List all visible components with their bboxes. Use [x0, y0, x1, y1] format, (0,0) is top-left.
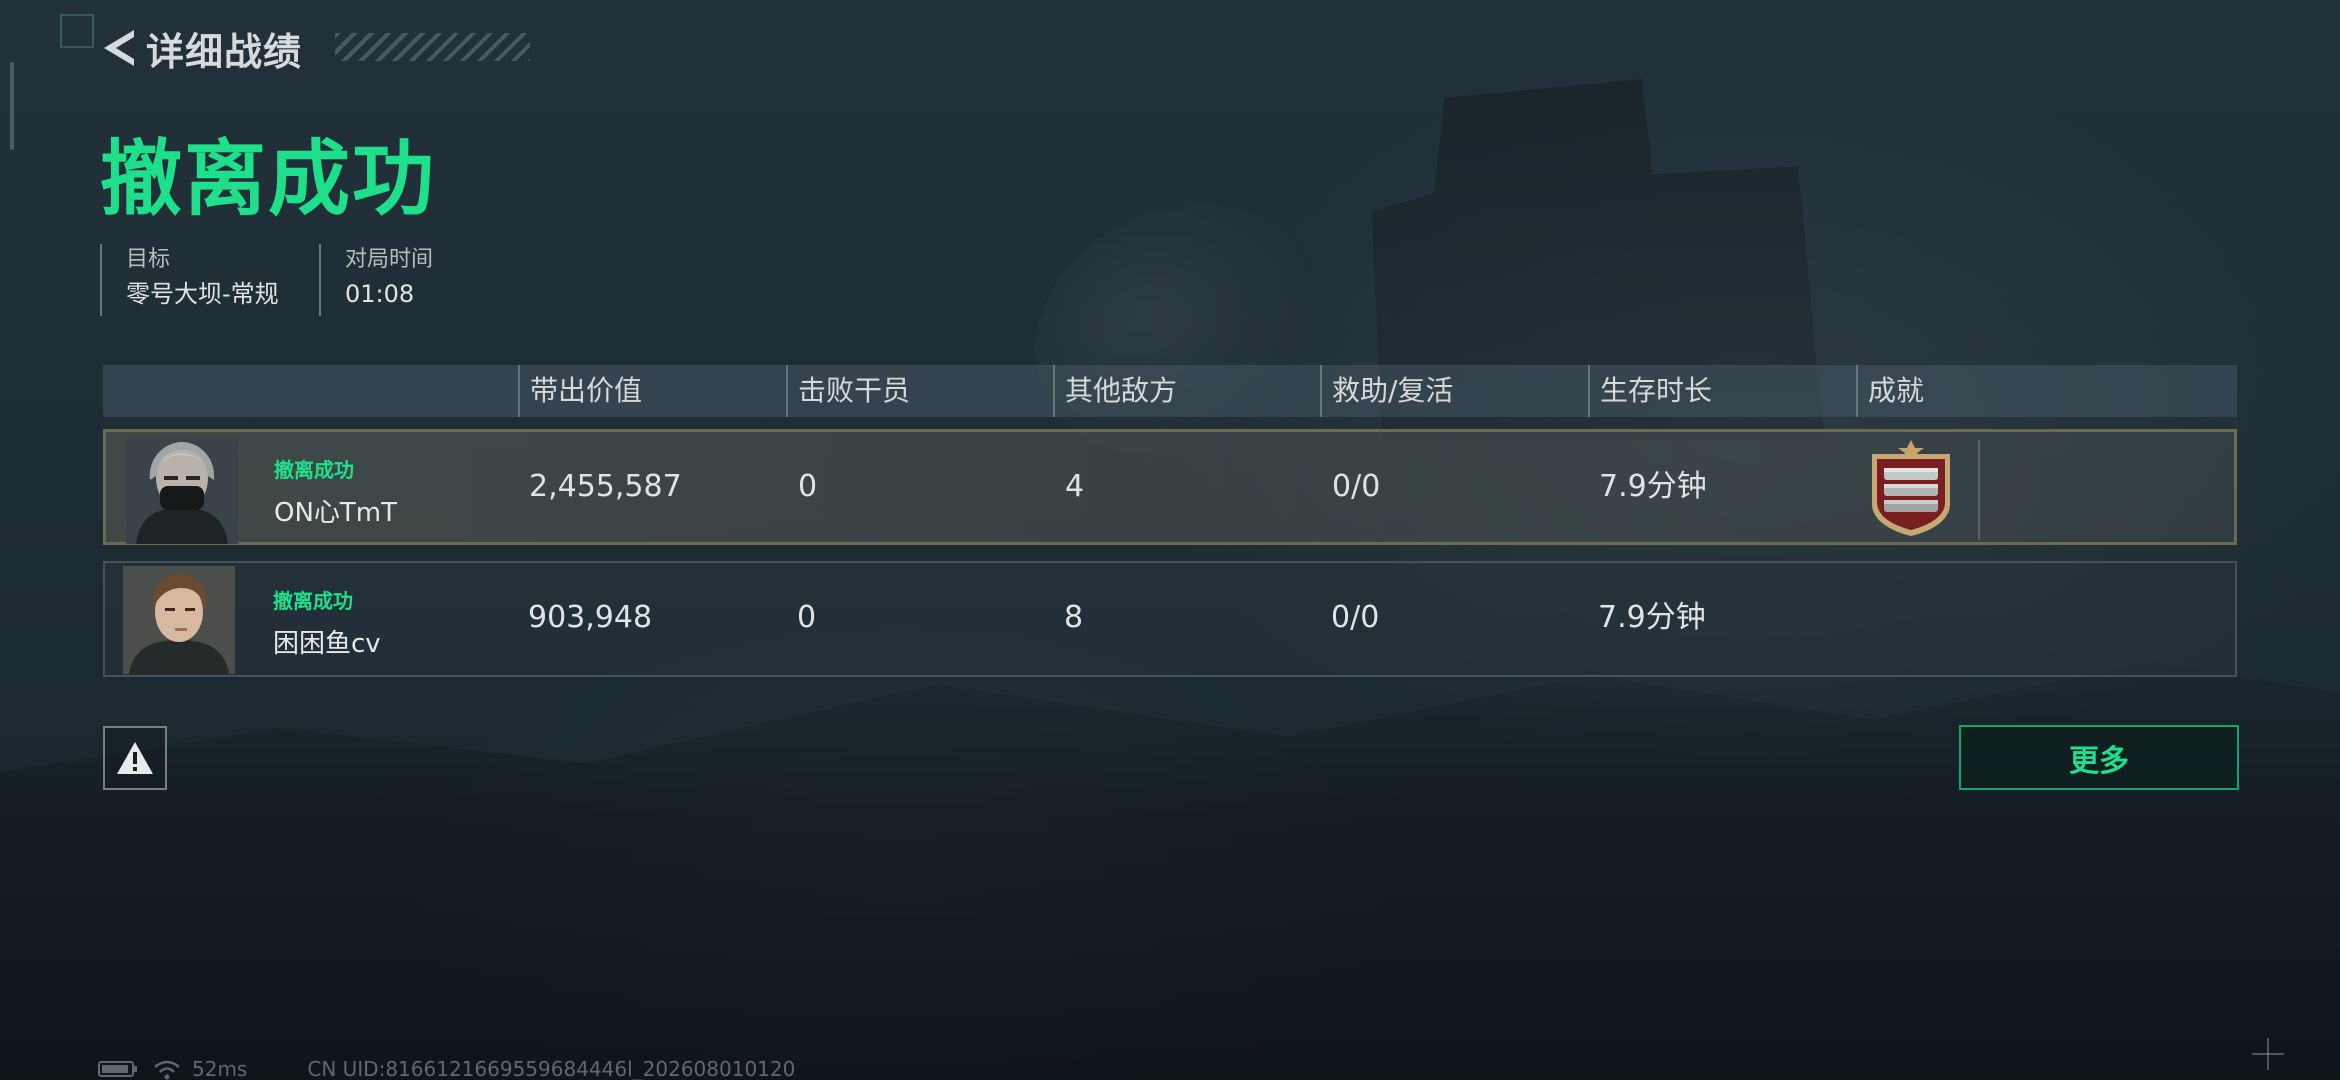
- match-time-label: 对局时间: [345, 247, 434, 272]
- column-header-assist: 救助/复活: [1320, 365, 1453, 417]
- battery-icon: [98, 1061, 137, 1077]
- column-header-other-enemies: 其他敌方: [1053, 365, 1177, 417]
- player-name: ON心TmT: [274, 498, 398, 528]
- more-button[interactable]: 更多: [1959, 725, 2239, 790]
- table-header: 带出价值 击败干员 其他敌方 救助/复活 生存时长 成就: [103, 365, 2237, 417]
- assist-revive-count: 0/0: [1331, 600, 1380, 635]
- player-status: 撤离成功: [274, 458, 354, 482]
- medal-icon: [1872, 440, 1950, 536]
- carried-value: 2,455,587: [529, 469, 682, 504]
- report-button[interactable]: [103, 726, 167, 790]
- wifi-icon: [154, 1060, 180, 1080]
- column-header-survival: 生存时长: [1588, 365, 1712, 417]
- achievement-cell[interactable]: [1866, 440, 1980, 540]
- kills-count: 0: [797, 600, 817, 635]
- page-title: 详细战绩: [146, 29, 303, 74]
- table-row[interactable]: 撤离成功 ON心TmT 2,455,587 0 4 0/0 7.9分钟: [103, 429, 2237, 545]
- title-hatch-decoration: [335, 33, 530, 61]
- target-info: 目标 零号大坝-常规: [100, 244, 279, 316]
- survival-time: 7.9分钟: [1598, 600, 1706, 635]
- player-name: 困困鱼cv: [273, 629, 381, 659]
- table-row[interactable]: 撤离成功 困困鱼cv 903,948 0 8 0/0 7.9分钟: [103, 561, 2237, 677]
- kills-count: 0: [798, 469, 818, 504]
- warning-icon: [117, 742, 153, 774]
- status-bar: 52ms CN UID:8166121669559684446l_2026080…: [98, 1057, 796, 1080]
- result-title: 撤离成功: [100, 132, 437, 227]
- back-button[interactable]: 详细战绩: [100, 26, 302, 74]
- back-arrow-icon: [104, 30, 134, 66]
- crosshair-icon: [2252, 1038, 2284, 1070]
- match-time-value: 01:08: [345, 280, 415, 308]
- carried-value: 903,948: [528, 600, 653, 635]
- uid-text: CN UID:8166121669559684446l_202608010120: [307, 1057, 796, 1080]
- target-label: 目标: [126, 247, 171, 272]
- background-terrain: [0, 662, 2340, 1080]
- column-header-value: 带出价值: [518, 365, 642, 417]
- column-header-achievement: 成就: [1856, 365, 1924, 417]
- survival-time: 7.9分钟: [1599, 469, 1707, 504]
- other-enemies-count: 8: [1064, 600, 1084, 635]
- player-status: 撤离成功: [273, 589, 353, 613]
- target-value: 零号大坝-常规: [126, 280, 279, 308]
- assist-revive-count: 0/0: [1332, 469, 1381, 504]
- edge-handle[interactable]: [10, 62, 14, 150]
- other-enemies-count: 4: [1065, 469, 1085, 504]
- app-root: 详细战绩 撤离成功 目标 零号大坝-常规 对局时间 01:08 带出价值 击败干…: [0, 0, 2340, 1080]
- corner-marker: [60, 14, 94, 48]
- column-header-kills: 击败干员: [786, 365, 910, 417]
- avatar: [126, 436, 238, 544]
- match-time-info: 对局时间 01:08: [319, 244, 433, 316]
- latency-text: 52ms: [192, 1057, 248, 1080]
- avatar: [123, 566, 235, 674]
